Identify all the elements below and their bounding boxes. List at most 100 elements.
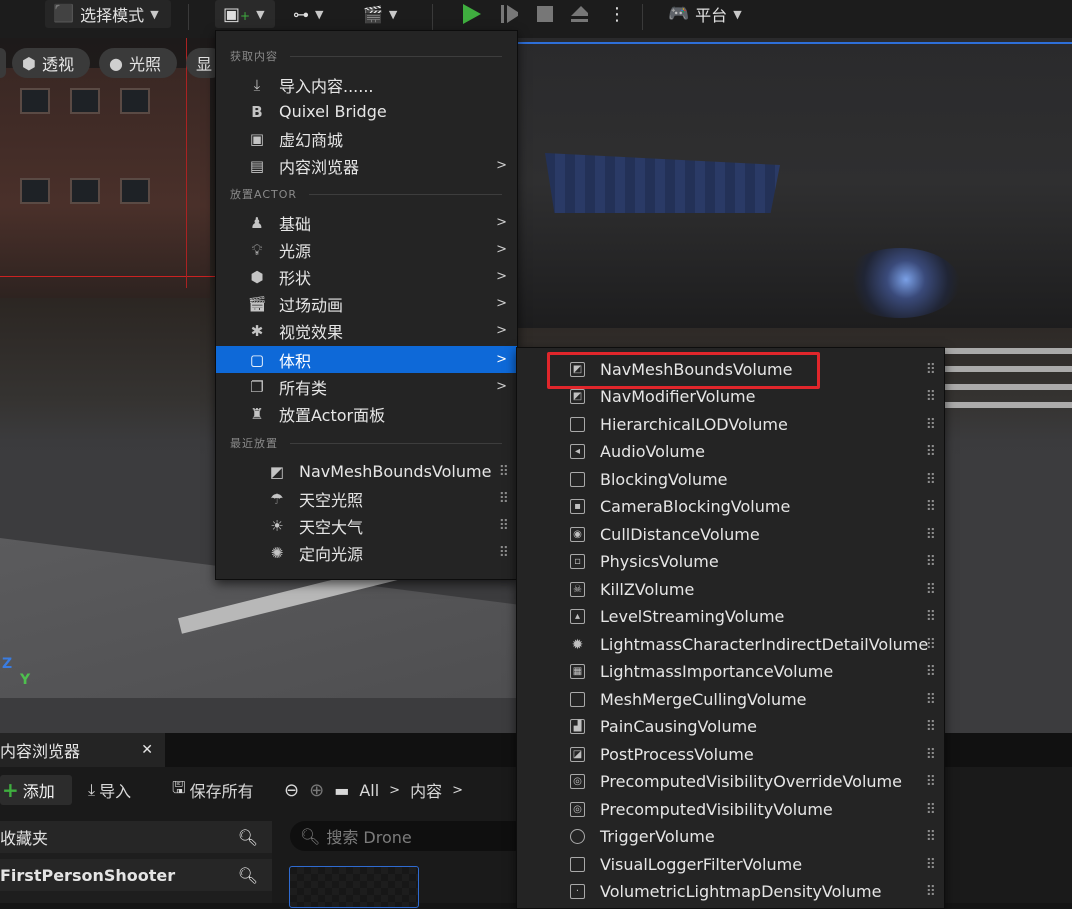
drag-handle-icon[interactable]: ⠿ <box>926 719 936 735</box>
drag-handle-icon[interactable]: ⠿ <box>926 499 936 515</box>
search-icon[interactable]: 🔍︎ <box>238 828 258 847</box>
forward-icon[interactable]: ⊕ <box>309 780 324 801</box>
path-content[interactable]: 内容 <box>410 778 442 802</box>
volume-item-postprocess[interactable]: ◪ PostProcessVolume ⠿ <box>517 741 944 768</box>
import-label: 导入 <box>99 782 132 801</box>
volume-item-meshmergeculling[interactable]: MeshMergeCullingVolume ⠿ <box>517 686 944 713</box>
drag-handle-icon[interactable]: ⠿ <box>926 884 936 900</box>
asset-search-input[interactable]: 🔍︎ 搜索 Drone <box>290 821 530 851</box>
volume-item-volumetric-lightmap[interactable]: · VolumetricLightmapDensityVolume ⠿ <box>517 878 944 905</box>
volume-item-label: KillZVolume <box>600 580 695 599</box>
drag-handle-icon[interactable]: ⠿ <box>499 518 509 534</box>
close-icon[interactable]: ✕ <box>141 742 153 758</box>
drag-handle-icon[interactable]: ⠿ <box>926 527 936 543</box>
path-all[interactable]: All <box>359 781 379 800</box>
volume-item-audio[interactable]: ◂ AudioVolume ⠿ <box>517 438 944 465</box>
drag-handle-icon[interactable]: ⠿ <box>926 362 936 378</box>
drag-handle-icon[interactable]: ⠿ <box>926 472 936 488</box>
volume-item-lightmass-character[interactable]: ✹ LightmassCharacterIndirectDetailVolume ⠿ <box>517 631 944 658</box>
drag-handle-icon[interactable]: ⠿ <box>926 802 936 818</box>
drag-handle-icon[interactable]: ⠿ <box>926 554 936 570</box>
drag-handle-icon[interactable]: ⠿ <box>926 582 936 598</box>
drag-handle-icon[interactable]: ⠿ <box>499 464 509 480</box>
save-all-button[interactable]: 🖫 保存所有 <box>172 775 254 805</box>
drag-handle-icon[interactable]: ⠿ <box>926 829 936 845</box>
tab-content-browser[interactable]: 内容浏览器 ✕ <box>0 733 165 767</box>
menu-item-basic[interactable]: ♟ 基础 > <box>216 209 517 236</box>
drag-handle-icon[interactable]: ⠿ <box>926 692 936 708</box>
menu-item-marketplace[interactable]: ▣ 虚幻商城 <box>216 125 517 152</box>
step-button[interactable] <box>492 0 526 28</box>
drag-handle-icon[interactable]: ⠿ <box>926 609 936 625</box>
recent-item-navmesh[interactable]: ◩ NavMeshBoundsVolume ⠿ <box>216 458 517 485</box>
menu-item-quixel-bridge[interactable]: B Quixel Bridge <box>216 98 517 125</box>
menu-item-label: 光源 <box>279 241 312 261</box>
drag-handle-icon[interactable]: ⠿ <box>926 389 936 405</box>
recent-item-sky-atmosphere[interactable]: ☀ 天空大气 ⠿ <box>216 512 517 539</box>
menu-item-light[interactable]: 💡︎ 光源 > <box>216 236 517 263</box>
volume-item-trigger[interactable]: TriggerVolume ⠿ <box>517 823 944 850</box>
cinematics-dropdown[interactable]: 🎬 ▼ <box>355 0 415 28</box>
add-button[interactable]: + 添加 <box>0 775 72 805</box>
volume-item-label: LightmassImportanceVolume <box>600 662 834 681</box>
lighting-button[interactable]: ● 光照 <box>99 48 177 78</box>
building-left <box>0 68 210 298</box>
recent-item-sky-light[interactable]: ☂ 天空光照 ⠿ <box>216 485 517 512</box>
chevron-right-icon: > <box>496 215 507 230</box>
back-icon[interactable]: ⊖ <box>284 780 299 801</box>
import-button[interactable]: ⤓ 导入 <box>88 775 131 805</box>
drag-handle-icon[interactable]: ⠿ <box>926 664 936 680</box>
more-options-button[interactable]: ⋮ <box>600 0 626 28</box>
asset-thumbnail[interactable] <box>289 866 419 908</box>
section-recent: 最近放置 <box>230 436 502 450</box>
perspective-button[interactable]: ⬢ 透视 <box>12 48 90 78</box>
eject-button[interactable] <box>562 0 596 28</box>
volume-item-precomputed-override[interactable]: ◎ PrecomputedVisibilityOverrideVolume ⠿ <box>517 768 944 795</box>
add-content-menu: 获取内容 ⤓ 导入内容...... B Quixel Bridge ▣ 虚幻商城… <box>215 30 518 580</box>
drag-handle-icon[interactable]: ⠿ <box>926 774 936 790</box>
volume-item-precomputed-visibility[interactable]: ◎ PrecomputedVisibilityVolume ⠿ <box>517 796 944 823</box>
volume-item-killz[interactable]: ☠ KillZVolume ⠿ <box>517 576 944 603</box>
menu-item-import[interactable]: ⤓ 导入内容...... <box>216 71 517 98</box>
viewport-menu-button[interactable] <box>0 48 6 78</box>
volume-item-culldistance[interactable]: ◉ CullDistanceVolume ⠿ <box>517 521 944 548</box>
project-row[interactable]: FirstPersonShooter 🔍︎ <box>0 859 272 891</box>
drag-handle-icon[interactable]: ⠿ <box>926 747 936 763</box>
volume-item-hierarchicallod[interactable]: HierarchicalLODVolume ⠿ <box>517 411 944 438</box>
volume-item-visuallogger[interactable]: VisualLoggerFilterVolume ⠿ <box>517 851 944 878</box>
stop-button[interactable] <box>527 0 561 28</box>
menu-item-visual-effects[interactable]: ✱ 视觉效果 > <box>216 317 517 344</box>
volume-item-blocking[interactable]: BlockingVolume ⠿ <box>517 466 944 493</box>
add-actor-icon: ▣+ <box>223 3 251 25</box>
recent-item-directional-light[interactable]: ✺ 定向光源 ⠿ <box>216 539 517 566</box>
menu-item-shape[interactable]: ⬢ 形状 > <box>216 263 517 290</box>
menu-item-cinematic[interactable]: 🎬︎ 过场动画 > <box>216 290 517 317</box>
drag-handle-icon[interactable]: ⠿ <box>499 545 509 561</box>
search-icon[interactable]: 🔍︎ <box>238 866 258 885</box>
favorites-row[interactable]: 收藏夹 🔍︎ <box>0 821 272 853</box>
add-content-button[interactable]: ▣+ ▼ <box>215 0 275 28</box>
drone-actor[interactable] <box>840 248 960 318</box>
drag-handle-icon[interactable]: ⠿ <box>926 857 936 873</box>
menu-item-place-actor-panel[interactable]: ♜ 放置Actor面板 <box>216 400 517 427</box>
menu-item-content-browser[interactable]: ▤ 内容浏览器 > <box>216 152 517 179</box>
menu-item-all-classes[interactable]: ❐ 所有类 > <box>216 373 517 400</box>
drag-handle-icon[interactable]: ⠿ <box>926 637 936 653</box>
drag-handle-icon[interactable]: ⠿ <box>926 444 936 460</box>
play-button[interactable] <box>452 0 492 28</box>
platform-dropdown[interactable]: 🎮 平台 ▼ <box>660 0 752 28</box>
select-mode-dropdown[interactable]: ⬛ 选择模式 ▼ <box>45 0 171 28</box>
drag-handle-icon[interactable]: ⠿ <box>499 491 509 507</box>
volume-item-lightmass-importance[interactable]: ▦ LightmassImportanceVolume ⠿ <box>517 658 944 685</box>
drag-handle-icon[interactable]: ⠿ <box>926 417 936 433</box>
path-bar: ⊖ ⊕ ▬ All > 内容 > <box>284 775 463 805</box>
blueprint-dropdown[interactable]: ⊶ ▼ <box>285 0 345 28</box>
volume-item-physics[interactable]: ▫ PhysicsVolume ⠿ <box>517 548 944 575</box>
chevron-right-icon: > <box>496 352 507 367</box>
volume-item-camerablocking[interactable]: ▪ CameraBlockingVolume ⠿ <box>517 493 944 520</box>
volume-item-label: AudioVolume <box>600 442 705 461</box>
volume-item-levelstreaming[interactable]: ▴ LevelStreamingVolume ⠿ <box>517 603 944 630</box>
volume-item-paincausing[interactable]: ▟ PainCausingVolume ⠿ <box>517 713 944 740</box>
menu-item-volume[interactable]: ▢ 体积 > <box>216 346 517 373</box>
sources-panel: 收藏夹 🔍︎ FirstPersonShooter 🔍︎ <box>0 821 272 903</box>
